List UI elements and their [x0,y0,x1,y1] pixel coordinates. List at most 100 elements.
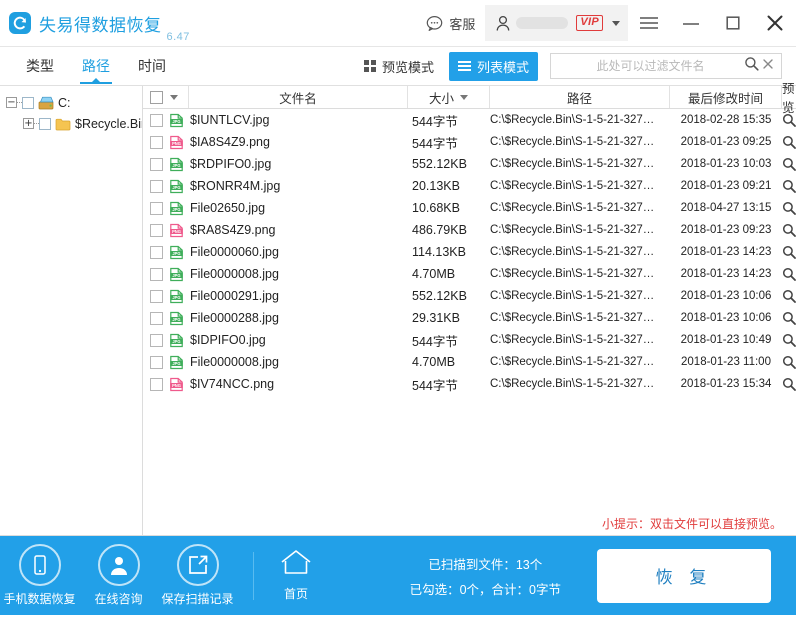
app-version: 6.47 [166,31,190,43]
user-name-masked [516,17,569,29]
select-all-dropdown-icon[interactable] [170,94,178,100]
preview-magnifier-icon[interactable] [782,307,796,329]
tree-node-drive-c[interactable]: − C: [0,92,142,113]
preview-magnifier-icon[interactable] [782,263,796,285]
table-row[interactable]: JPG File0000008.jpg 4.70MB C:\$Recycle.Bin\… [143,263,796,285]
preview-magnifier-icon[interactable] [782,351,796,373]
row-checkbox[interactable] [150,113,163,127]
table-row[interactable]: PNG $IA8S4Z9.png 544字节 C:\$Recycle.Bin\S-1-… [143,131,796,153]
table-row[interactable]: JPG File0000288.jpg 29.31KB C:\$Recycle.Bin… [143,307,796,329]
chevron-down-icon[interactable] [612,20,620,26]
close-icon[interactable] [754,0,796,46]
preview-magnifier-icon[interactable] [782,329,796,351]
cell-last-modified: 2018-01-23 14:23 [680,246,772,258]
tab-type[interactable]: 类型 [12,47,68,85]
app-title: 失易得数据恢复 [39,15,162,35]
table-row[interactable]: JPG $RDPIFO0.jpg 552.12KB C:\$Recycle.Bin\S… [143,153,796,175]
tree-label-recycle-bin: $Recycle.Bin [75,116,143,131]
preview-magnifier-icon[interactable] [782,373,796,395]
preview-magnifier-icon[interactable] [782,285,796,307]
title-bar-controls: 客服 VIP [416,0,796,46]
table-row[interactable]: JPG File0000008.jpg 4.70MB C:\$Recycle.Bin\… [143,351,796,373]
filter-search-box[interactable] [550,53,782,79]
preview-magnifier-icon[interactable] [782,219,796,241]
maximize-icon[interactable] [712,0,754,46]
footer-online-consult-button[interactable]: 在线咨询 [79,544,158,607]
cell-filename: File0000008.jpg [190,267,279,281]
preview-magnifier-icon[interactable] [782,175,796,197]
search-icon[interactable] [744,56,759,76]
row-checkbox[interactable] [150,377,163,391]
tree-node-recycle-bin[interactable]: + $Recycle.Bin [0,113,142,134]
row-checkbox[interactable] [150,355,163,369]
row-checkbox[interactable] [150,223,163,237]
row-checkbox[interactable] [150,311,163,325]
tab-time[interactable]: 时间 [124,47,180,85]
svg-text:JPG: JPG [172,119,180,124]
header-filename-label: 文件名 [279,91,317,106]
table-row[interactable]: JPG $IDPIFO0.jpg 544字节 C:\$Recycle.Bin\S-1-… [143,329,796,351]
header-last-modified[interactable]: 最后修改时间 [670,86,782,108]
table-row[interactable]: JPG $IUNTLCV.jpg 544字节 C:\$Recycle.Bin\S-1-… [143,109,796,131]
row-checkbox[interactable] [150,333,163,347]
minimize-icon[interactable] [670,0,712,46]
cell-size: 544字节 [412,334,458,349]
jpg-file-icon: JPG [169,201,184,216]
header-select-all[interactable] [143,86,189,108]
preview-magnifier-icon[interactable] [782,241,796,263]
row-checkbox[interactable] [150,267,163,281]
jpg-file-icon: JPG [169,157,184,172]
row-select-cell: JPG [143,241,189,263]
sort-descending-icon[interactable] [460,94,468,100]
cell-last-modified: 2018-01-23 10:49 [680,334,772,346]
row-checkbox[interactable] [150,157,163,171]
home-icon [279,549,313,582]
row-checkbox[interactable] [150,201,163,215]
tree-checkbox-recycle-bin[interactable] [39,117,51,130]
table-row[interactable]: JPG File0000291.jpg 552.12KB C:\$Recycle.Bi… [143,285,796,307]
table-row[interactable]: JPG File02650.jpg 10.68KB C:\$Recycle.Bin\S… [143,197,796,219]
cell-size: 544字节 [412,114,458,129]
preview-mode-button[interactable]: 预览模式 [355,52,443,81]
preview-magnifier-icon[interactable] [782,197,796,219]
select-all-checkbox[interactable] [150,90,163,104]
table-row[interactable]: JPG $RONRR4M.jpg 20.13KB C:\$Recycle.Bin\S-… [143,175,796,197]
table-row[interactable]: JPG File0000060.jpg 114.13KB C:\$Recycle.Bi… [143,241,796,263]
footer-separator [253,551,254,600]
jpg-file-icon: JPG [169,333,184,348]
row-checkbox[interactable] [150,289,163,303]
header-path[interactable]: 路径 [490,86,670,108]
hamburger-menu-icon[interactable] [628,0,670,46]
tab-path[interactable]: 路径 [68,47,124,85]
header-preview[interactable]: 预览 [782,82,796,115]
footer-phone-recovery-button[interactable]: 手机数据恢复 [0,544,79,607]
header-filename[interactable]: 文件名 [189,86,408,108]
selected-files-text: 已勾选：0个，合计：0字节 [409,582,561,597]
file-list-pane: 文件名 大小 路径 最后修改时间 预览 JPG $IUNTLCV.jpg 544字节… [143,82,796,535]
row-checkbox[interactable] [150,135,163,149]
tree-expand-icon[interactable]: + [23,118,34,129]
row-select-cell: JPG [143,351,189,373]
user-account-button[interactable]: VIP [485,5,628,41]
tree-collapse-icon[interactable]: − [6,97,17,108]
header-size[interactable]: 大小 [408,86,490,108]
tree-checkbox-drive-c[interactable] [22,96,34,109]
footer-home-button[interactable]: 首页 [264,549,328,602]
table-row[interactable]: PNG $IV74NCC.png 544字节 C:\$Recycle.Bin\S-1-… [143,373,796,395]
preview-magnifier-icon[interactable] [782,131,796,153]
clear-search-icon[interactable] [761,57,775,76]
tab-type-label: 类型 [26,58,54,74]
cell-size: 544字节 [412,136,458,151]
preview-magnifier-icon[interactable] [782,153,796,175]
recover-button[interactable]: 恢 复 [597,548,771,603]
search-input[interactable] [559,59,742,73]
row-checkbox[interactable] [150,179,163,193]
footer-save-scan-button[interactable]: 保存扫描记录 [158,544,237,607]
jpg-file-icon: JPG [169,267,184,282]
person-icon [97,544,140,586]
customer-service-button[interactable]: 客服 [416,14,485,33]
list-mode-button[interactable]: 列表模式 [448,51,538,81]
tree-label-drive-c: C: [58,95,71,110]
row-checkbox[interactable] [150,245,163,259]
table-row[interactable]: PNG $RA8S4Z9.png 486.79KB C:\$Recycle.Bin\S… [143,219,796,241]
